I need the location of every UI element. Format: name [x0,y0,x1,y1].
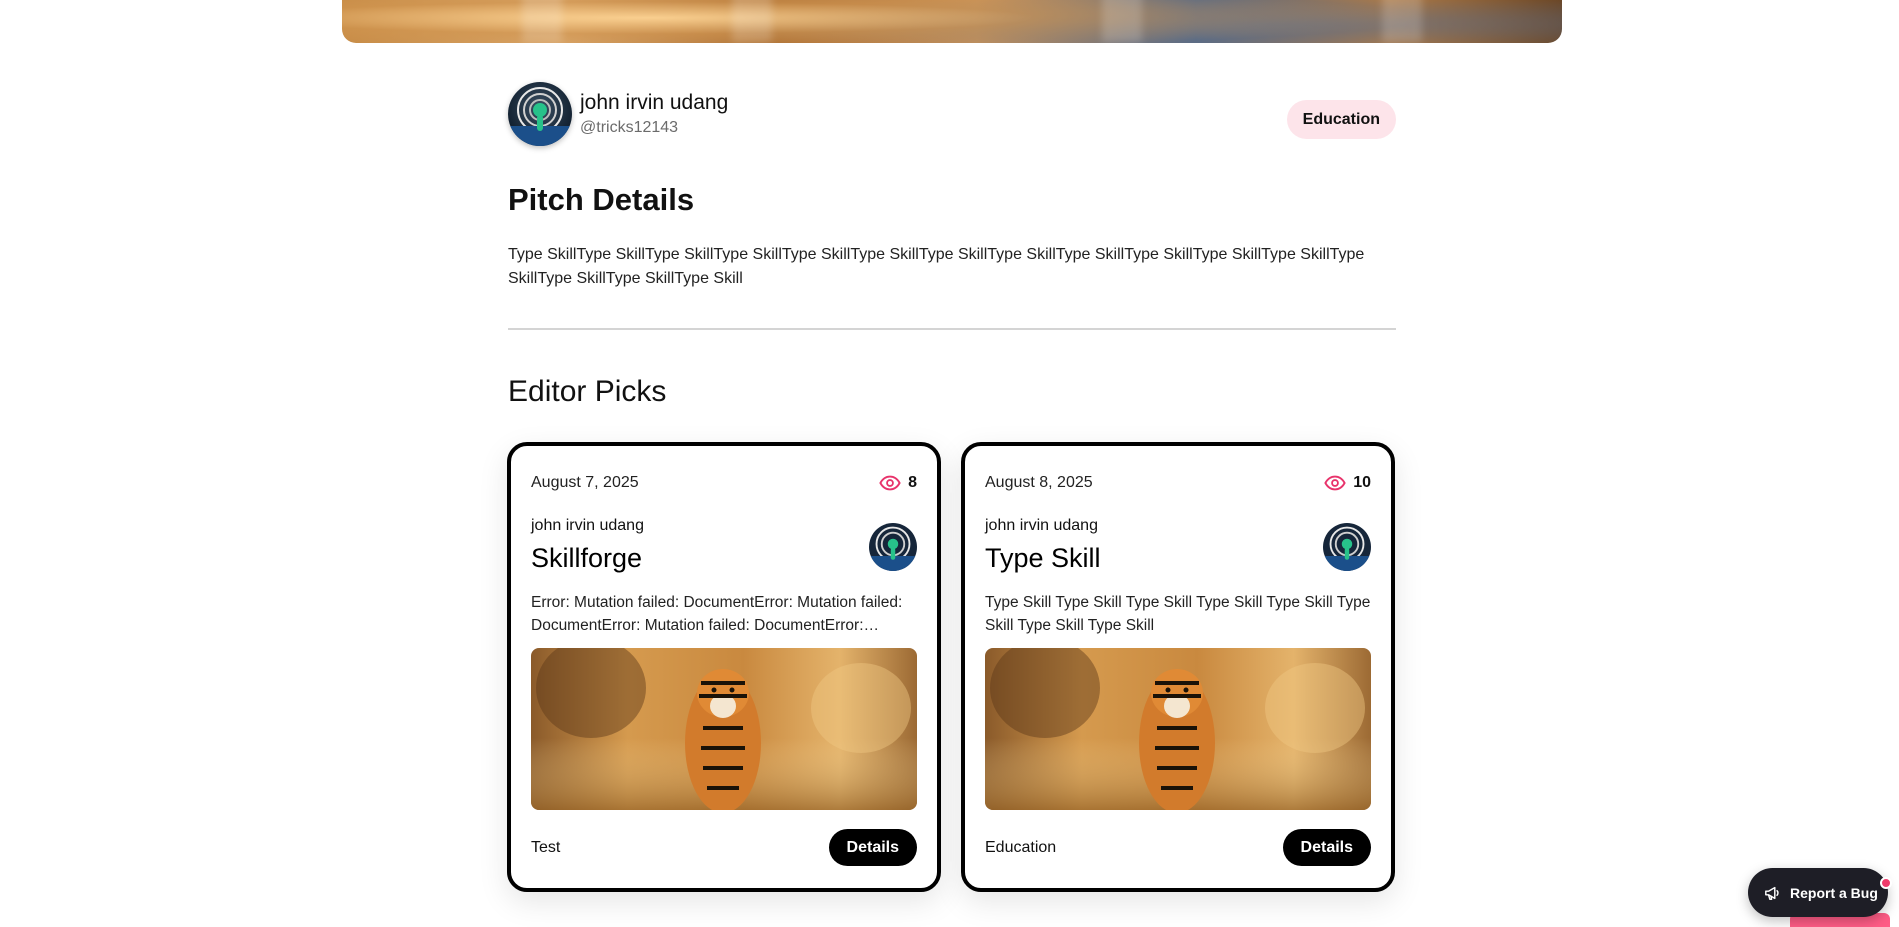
card-title[interactable]: Skillforge [531,543,642,574]
eye-icon [1324,475,1346,491]
category-badge[interactable]: Education [1286,100,1396,139]
pitch-details-heading: Pitch Details [508,182,695,217]
card-description: Error: Mutation failed: DocumentError: M… [531,594,903,634]
author-header: john irvin udang @tricks12143 Education [508,82,1396,148]
tiger-image [531,648,917,810]
avatar-image [1323,523,1371,571]
eye-icon [879,475,901,491]
author-name: john irvin udang [580,91,729,114]
card-category[interactable]: Education [985,839,1056,857]
card-author-avatar[interactable] [1323,523,1371,571]
card-image[interactable] [985,648,1371,810]
card-title[interactable]: Type Skill [985,543,1101,574]
card-author-name[interactable]: john irvin udang [531,517,644,535]
author-handle: @tricks12143 [580,119,679,136]
card-image[interactable] [531,648,917,810]
megaphone-icon [1765,886,1779,900]
card-views: 10 [1324,472,1371,494]
avatar-image [869,523,917,571]
startup-card: August 8, 2025 10 john irvin udang Type … [961,442,1395,892]
author-avatar[interactable] [508,82,572,146]
editor-picks-heading: Editor Picks [508,375,667,408]
views-count: 10 [1353,474,1371,491]
tiger-image [985,648,1371,810]
card-author-avatar[interactable] [869,523,917,571]
report-bug-label: Report a Bug [1790,884,1878,901]
report-bug-button[interactable]: Report a Bug [1748,868,1888,917]
card-views: 8 [879,472,917,494]
views-count: 8 [908,474,917,491]
card-description: Type Skill Type Skill Type Skill Type Sk… [985,594,1371,634]
details-button[interactable]: Details [1282,829,1371,866]
details-button[interactable]: Details [828,829,917,866]
page: john irvin udang @tricks12143 Education … [0,0,1899,927]
hero-banner-image [342,0,1562,43]
section-divider [508,328,1396,330]
card-date: August 8, 2025 [985,474,1093,491]
startup-card: August 7, 2025 8 john irvin udang Skillf… [507,442,941,892]
notification-dot [1880,877,1892,889]
pitch-details-text: Type SkillType SkillType SkillType Skill… [508,246,1365,287]
card-author-name[interactable]: john irvin udang [985,517,1098,535]
card-date: August 7, 2025 [531,474,639,491]
avatar-image [508,82,572,146]
card-category[interactable]: Test [531,839,560,857]
